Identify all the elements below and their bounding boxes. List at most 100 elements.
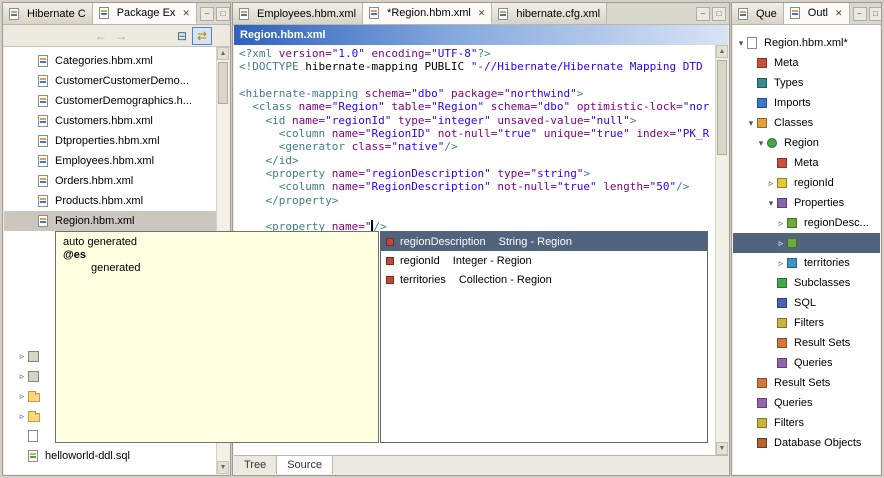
code-line[interactable]: <id name="regionId" type="integer" unsav… <box>239 114 715 127</box>
outline-item-region[interactable]: ▾Region <box>733 133 880 153</box>
tab-tree[interactable]: Tree <box>234 456 277 474</box>
view-tab-outl[interactable]: Outl✕ <box>784 3 850 24</box>
editor-scrollbar[interactable]: ▲ ▼ <box>715 45 728 455</box>
code-token: <generator <box>279 140 352 153</box>
outline-item-filters[interactable]: Filters <box>733 413 880 433</box>
tree-item-label: CustomerCustomerDemo... <box>52 75 192 87</box>
expander-closed-icon[interactable]: ▹ <box>775 258 787 269</box>
scrollbar-thumb[interactable] <box>717 60 727 155</box>
view-tab-hibernate-c[interactable]: Hibernate C <box>3 3 93 24</box>
tree-item-products-hbm-xml[interactable]: Products.hbm.xml <box>4 191 216 211</box>
view-window-buttons: – □ <box>850 3 881 24</box>
expander-closed-icon[interactable]: ▹ <box>765 178 777 189</box>
outline-item-queries[interactable]: Queries <box>733 353 880 373</box>
maximize-icon[interactable]: □ <box>869 7 881 21</box>
editor-tab-region-hbm-xml[interactable]: *Region.hbm.xml✕ <box>363 3 492 24</box>
outline-item-item[interactable]: ▹ <box>733 233 880 253</box>
scroll-down-icon[interactable]: ▼ <box>217 461 229 474</box>
editor-tab-hibernate-cfg-xml[interactable]: hibernate.cfg.xml <box>492 3 607 24</box>
link-with-editor-icon[interactable]: ⇄ <box>192 27 212 45</box>
outline-item-database-objects[interactable]: Database Objects <box>733 433 880 453</box>
close-icon[interactable]: ✕ <box>182 8 190 19</box>
scroll-up-icon[interactable]: ▲ <box>217 47 229 60</box>
tree-item-label: regionId <box>791 177 837 189</box>
tree-item-orders-hbm-xml[interactable]: Orders.hbm.xml <box>4 171 216 191</box>
outline-item-types[interactable]: Types <box>733 73 880 93</box>
code-line[interactable]: </id> <box>239 154 715 167</box>
back-icon[interactable]: ← <box>91 27 111 45</box>
completion-item-territories[interactable]: territoriesCollection - Region <box>381 270 707 289</box>
maximize-icon[interactable]: □ <box>712 7 726 21</box>
scroll-up-icon[interactable]: ▲ <box>716 45 728 58</box>
tree-item-dtproperties-hbm-xml[interactable]: Dtproperties.hbm.xml <box>4 131 216 151</box>
code-line[interactable] <box>239 74 715 87</box>
outline-item-sql[interactable]: SQL <box>733 293 880 313</box>
minimize-icon[interactable]: – <box>853 7 867 21</box>
tree-item-categories-hbm-xml[interactable]: Categories.hbm.xml <box>4 51 216 71</box>
tree-item-customercustomerdemo[interactable]: CustomerCustomerDemo... <box>4 71 216 91</box>
tree-item-region-hbm-xml[interactable]: Region.hbm.xml <box>4 211 216 231</box>
minimize-icon[interactable]: – <box>200 7 214 21</box>
code-line[interactable]: </property> <box>239 194 715 207</box>
expander-closed-icon[interactable]: ▹ <box>16 411 28 422</box>
scrollbar-thumb[interactable] <box>218 62 228 104</box>
outline-tree[interactable]: ▾Region.hbm.xml*MetaTypesImports▾Classes… <box>733 25 880 474</box>
code-line[interactable]: <column name="RegionID" not-null="true" … <box>239 127 715 140</box>
outline-item-regionid[interactable]: ▹ regionId <box>733 173 880 193</box>
expander-closed-icon[interactable]: ▹ <box>16 391 28 402</box>
outline-item-meta[interactable]: Meta <box>733 153 880 173</box>
outline-item-subclasses[interactable]: Subclasses <box>733 273 880 293</box>
collapse-all-icon[interactable]: ⊟ <box>172 27 192 45</box>
outline-item-territories[interactable]: ▹territories <box>733 253 880 273</box>
completion-label: regionDescription <box>400 236 486 248</box>
expander-open-icon[interactable]: ▾ <box>755 138 767 149</box>
completion-item-regiondescription[interactable]: regionDescriptionString - Region <box>381 232 707 251</box>
expander-open-icon[interactable]: ▾ <box>765 198 777 209</box>
view-tab-que[interactable]: Que <box>732 3 784 24</box>
code-line[interactable]: <column name="RegionDescription" not-nul… <box>239 180 715 193</box>
tree-item-helloworld-ddl-sql[interactable]: helloworld-ddl.sql <box>4 446 216 466</box>
outline-item-region-hbm-xml[interactable]: ▾Region.hbm.xml* <box>733 33 880 53</box>
code-line[interactable] <box>239 207 715 220</box>
code-line[interactable]: <class name="Region" table="Region" sche… <box>239 100 715 113</box>
code-line[interactable]: <generator class="native"/> <box>239 140 715 153</box>
tree-item-label: CustomerDemographics.h... <box>52 95 195 107</box>
expander-closed-icon[interactable]: ▹ <box>16 371 28 382</box>
outline-item-queries[interactable]: Queries <box>733 393 880 413</box>
outline-item-regiondesc[interactable]: ▹regionDesc... <box>733 213 880 233</box>
code-token: name= <box>332 167 365 180</box>
code-line[interactable]: <property name="regionDescription" type=… <box>239 167 715 180</box>
view-tab-package-ex[interactable]: Package Ex✕ <box>93 3 197 24</box>
scroll-down-icon[interactable]: ▼ <box>716 442 728 455</box>
outline-item-result-sets[interactable]: Result Sets <box>733 373 880 393</box>
minimize-icon[interactable]: – <box>696 7 710 21</box>
outline-item-meta[interactable]: Meta <box>733 53 880 73</box>
tree-item-label: Queries <box>791 357 836 369</box>
close-icon[interactable]: ✕ <box>835 8 843 19</box>
tree-item-employees-hbm-xml[interactable]: Employees.hbm.xml <box>4 151 216 171</box>
expander-closed-icon[interactable]: ▹ <box>775 218 787 229</box>
tab-label: Que <box>756 8 777 20</box>
outline-item-filters[interactable]: Filters <box>733 313 880 333</box>
expander-open-icon[interactable]: ▾ <box>735 38 747 49</box>
editor-tab-employees-hbm-xml[interactable]: Employees.hbm.xml <box>233 3 363 24</box>
close-icon[interactable]: ✕ <box>478 8 486 19</box>
outline-item-result-sets[interactable]: Result Sets <box>733 333 880 353</box>
expander-closed-icon[interactable]: ▹ <box>775 238 787 249</box>
maximize-icon[interactable]: □ <box>216 7 230 21</box>
outline-item-classes[interactable]: ▾Classes <box>733 113 880 133</box>
expander-open-icon[interactable]: ▾ <box>745 118 757 129</box>
code-line[interactable]: <hibernate-mapping schema="dbo" package=… <box>239 87 715 100</box>
tab-source[interactable]: Source <box>277 456 333 474</box>
outline-item-imports[interactable]: Imports <box>733 93 880 113</box>
forward-icon[interactable]: → <box>111 27 131 45</box>
completion-item-regionid[interactable]: regionIdInteger - Region <box>381 251 707 270</box>
tree-item-customerdemographics-h[interactable]: CustomerDemographics.h... <box>4 91 216 111</box>
code-line[interactable]: <!DOCTYPE hibernate-mapping PUBLIC "-//H… <box>239 60 715 73</box>
outline-item-properties[interactable]: ▾Properties <box>733 193 880 213</box>
expander-closed-icon[interactable]: ▹ <box>16 351 28 362</box>
tree-item-customers-hbm-xml[interactable]: Customers.hbm.xml <box>4 111 216 131</box>
code-line[interactable]: <?xml version="1.0" encoding="UTF-8"?> <box>239 47 715 60</box>
code-token: <column <box>279 180 332 193</box>
code-token: "true" <box>590 127 630 140</box>
